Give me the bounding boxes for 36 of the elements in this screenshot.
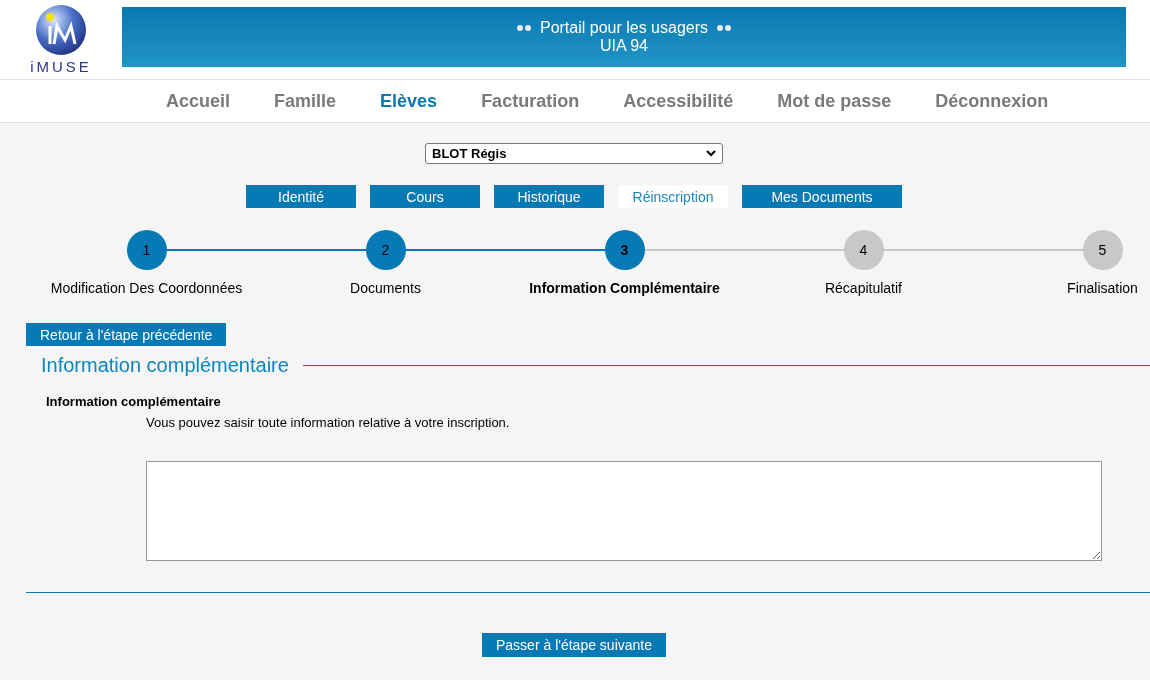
nav-link[interactable]: Accessibilité [623, 90, 734, 112]
step-label: Information Complémentaire [529, 280, 720, 296]
tab[interactable]: Mes Documents [742, 185, 902, 208]
nav-link[interactable]: Famille [274, 90, 337, 112]
tab[interactable]: Identité [246, 185, 356, 208]
logo-icon [35, 4, 87, 56]
student-select[interactable]: BLOT Régis [425, 143, 723, 164]
nav-link[interactable]: Elèves [380, 90, 438, 112]
step-circle: 2 [365, 230, 406, 270]
next-button[interactable]: Passer à l'étape suivante [482, 633, 666, 657]
chevron-down-icon [706, 150, 716, 157]
portal-title: Portail pour les usagers [539, 19, 709, 37]
section-title: Information complémentaire [41, 354, 289, 377]
step-circle: 3 [604, 230, 645, 270]
logo-text: iMUSE [30, 58, 92, 75]
tab[interactable]: Historique [494, 185, 604, 208]
step-label: Documents [350, 280, 421, 296]
back-button[interactable]: Retour à l'étape précédente [26, 323, 227, 346]
info-textarea[interactable] [146, 461, 1102, 561]
help-text: Vous pouvez saisir toute information relative à votre inscription. [146, 415, 511, 430]
step-circle: 4 [843, 230, 884, 270]
dots-icon [716, 25, 733, 31]
tab[interactable]: Cours [370, 185, 480, 208]
step-label: Modification Des Coordonnées [50, 280, 243, 296]
field-label: Information complémentaire [46, 394, 222, 409]
dots-icon [515, 25, 532, 31]
step-label: Récapitulatif [824, 280, 902, 296]
nav-link[interactable]: Mot de passe [777, 90, 892, 112]
step-label: Finalisation [1067, 280, 1138, 296]
tab[interactable]: Réinscription [618, 185, 728, 208]
nav-link[interactable]: Facturation [481, 90, 580, 112]
nav-link[interactable]: Accueil [166, 90, 231, 112]
nav-link[interactable]: Déconnexion [935, 90, 1049, 112]
step-circle: 5 [1082, 230, 1123, 270]
portal-subtitle: UIA 94 [600, 37, 648, 55]
step-circle: 1 [126, 230, 167, 270]
